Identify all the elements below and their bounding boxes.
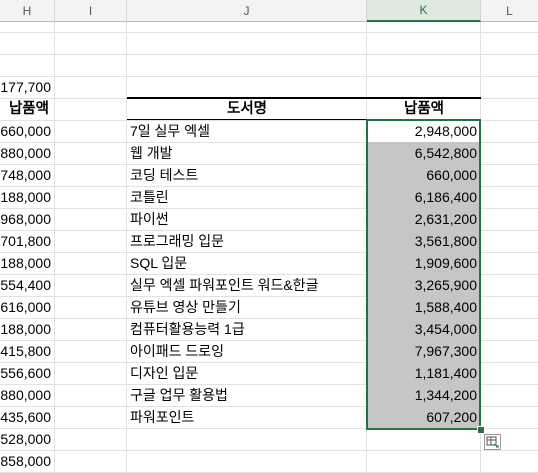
- table-cell-book[interactable]: 프로그래밍 입문: [127, 230, 367, 252]
- table-cell-book[interactable]: 실무 엑셀 파워포인트 워드&한글: [127, 274, 367, 296]
- cell-h-value[interactable]: 188,000: [0, 186, 55, 208]
- cell-h-value[interactable]: 880,000: [0, 384, 55, 406]
- column-header-label: H: [22, 3, 32, 18]
- table-cell-book[interactable]: 디자인 입문: [127, 362, 367, 384]
- cell-h-value[interactable]: 858,000: [0, 450, 55, 472]
- quick-analysis-icon: [486, 436, 499, 448]
- cell-h-header[interactable]: 납품액: [0, 98, 55, 120]
- table-cell-book[interactable]: 웹 개발: [127, 142, 367, 164]
- column-header-label: I: [88, 3, 93, 18]
- table-cell-book[interactable]: 파이썬: [127, 208, 367, 230]
- table-cell-book[interactable]: 코딩 테스트: [127, 164, 367, 186]
- column-header-k[interactable]: K: [367, 0, 481, 22]
- table-top-border: [127, 97, 481, 99]
- selection-range[interactable]: [366, 119, 481, 430]
- cell-h-value[interactable]: 415,800: [0, 340, 55, 362]
- cell-h-value[interactable]: 188,000: [0, 318, 55, 340]
- column-header-i[interactable]: I: [55, 0, 127, 22]
- column-header-j[interactable]: J: [127, 0, 367, 22]
- cell-h-value[interactable]: 188,000: [0, 252, 55, 274]
- gridline-row: [0, 32, 538, 33]
- table-cell-book[interactable]: SQL 입문: [127, 252, 367, 274]
- cell-h-value[interactable]: 968,000: [0, 208, 55, 230]
- cell-h-value[interactable]: 556,600: [0, 362, 55, 384]
- quick-analysis-button[interactable]: [484, 434, 501, 450]
- gridline-row: [0, 76, 538, 77]
- gridline-row: [0, 450, 538, 451]
- cell-h-value[interactable]: 435,600: [0, 406, 55, 428]
- column-header-label: K: [419, 3, 428, 17]
- cell-h-value[interactable]: 748,000: [0, 164, 55, 186]
- cell-h-value[interactable]: 616,000: [0, 296, 55, 318]
- table-cell-book[interactable]: 구글 업무 활용법: [127, 384, 367, 406]
- table-cell-book[interactable]: 컴퓨터활용능력 1급: [127, 318, 367, 340]
- cell-h-top-value[interactable]: 177,700: [0, 76, 55, 98]
- table-cell-book[interactable]: 7일 실무 엑셀: [127, 120, 367, 142]
- table-cell-book[interactable]: 코틀린: [127, 186, 367, 208]
- table-cell-book[interactable]: 유튜브 영상 만들기: [127, 296, 367, 318]
- column-header-label: L: [506, 3, 513, 18]
- cell-h-value[interactable]: 528,000: [0, 428, 55, 450]
- table-header-book[interactable]: 도서명: [127, 98, 367, 120]
- column-header-l[interactable]: L: [481, 0, 538, 22]
- cell-h-value[interactable]: 880,000: [0, 142, 55, 164]
- column-header-h[interactable]: H: [0, 0, 55, 22]
- cell-h-value[interactable]: 660,000: [0, 120, 55, 142]
- gridline-row: [0, 54, 538, 55]
- table-cell-book[interactable]: 파워포인트: [127, 406, 367, 428]
- fill-handle[interactable]: [477, 426, 485, 434]
- cell-h-value[interactable]: 701,800: [0, 230, 55, 252]
- column-header-label: J: [243, 3, 250, 18]
- table-cell-book[interactable]: 아이패드 드로잉: [127, 340, 367, 362]
- cell-h-value[interactable]: 554,400: [0, 274, 55, 296]
- table-header-amount[interactable]: 납품액: [367, 98, 481, 120]
